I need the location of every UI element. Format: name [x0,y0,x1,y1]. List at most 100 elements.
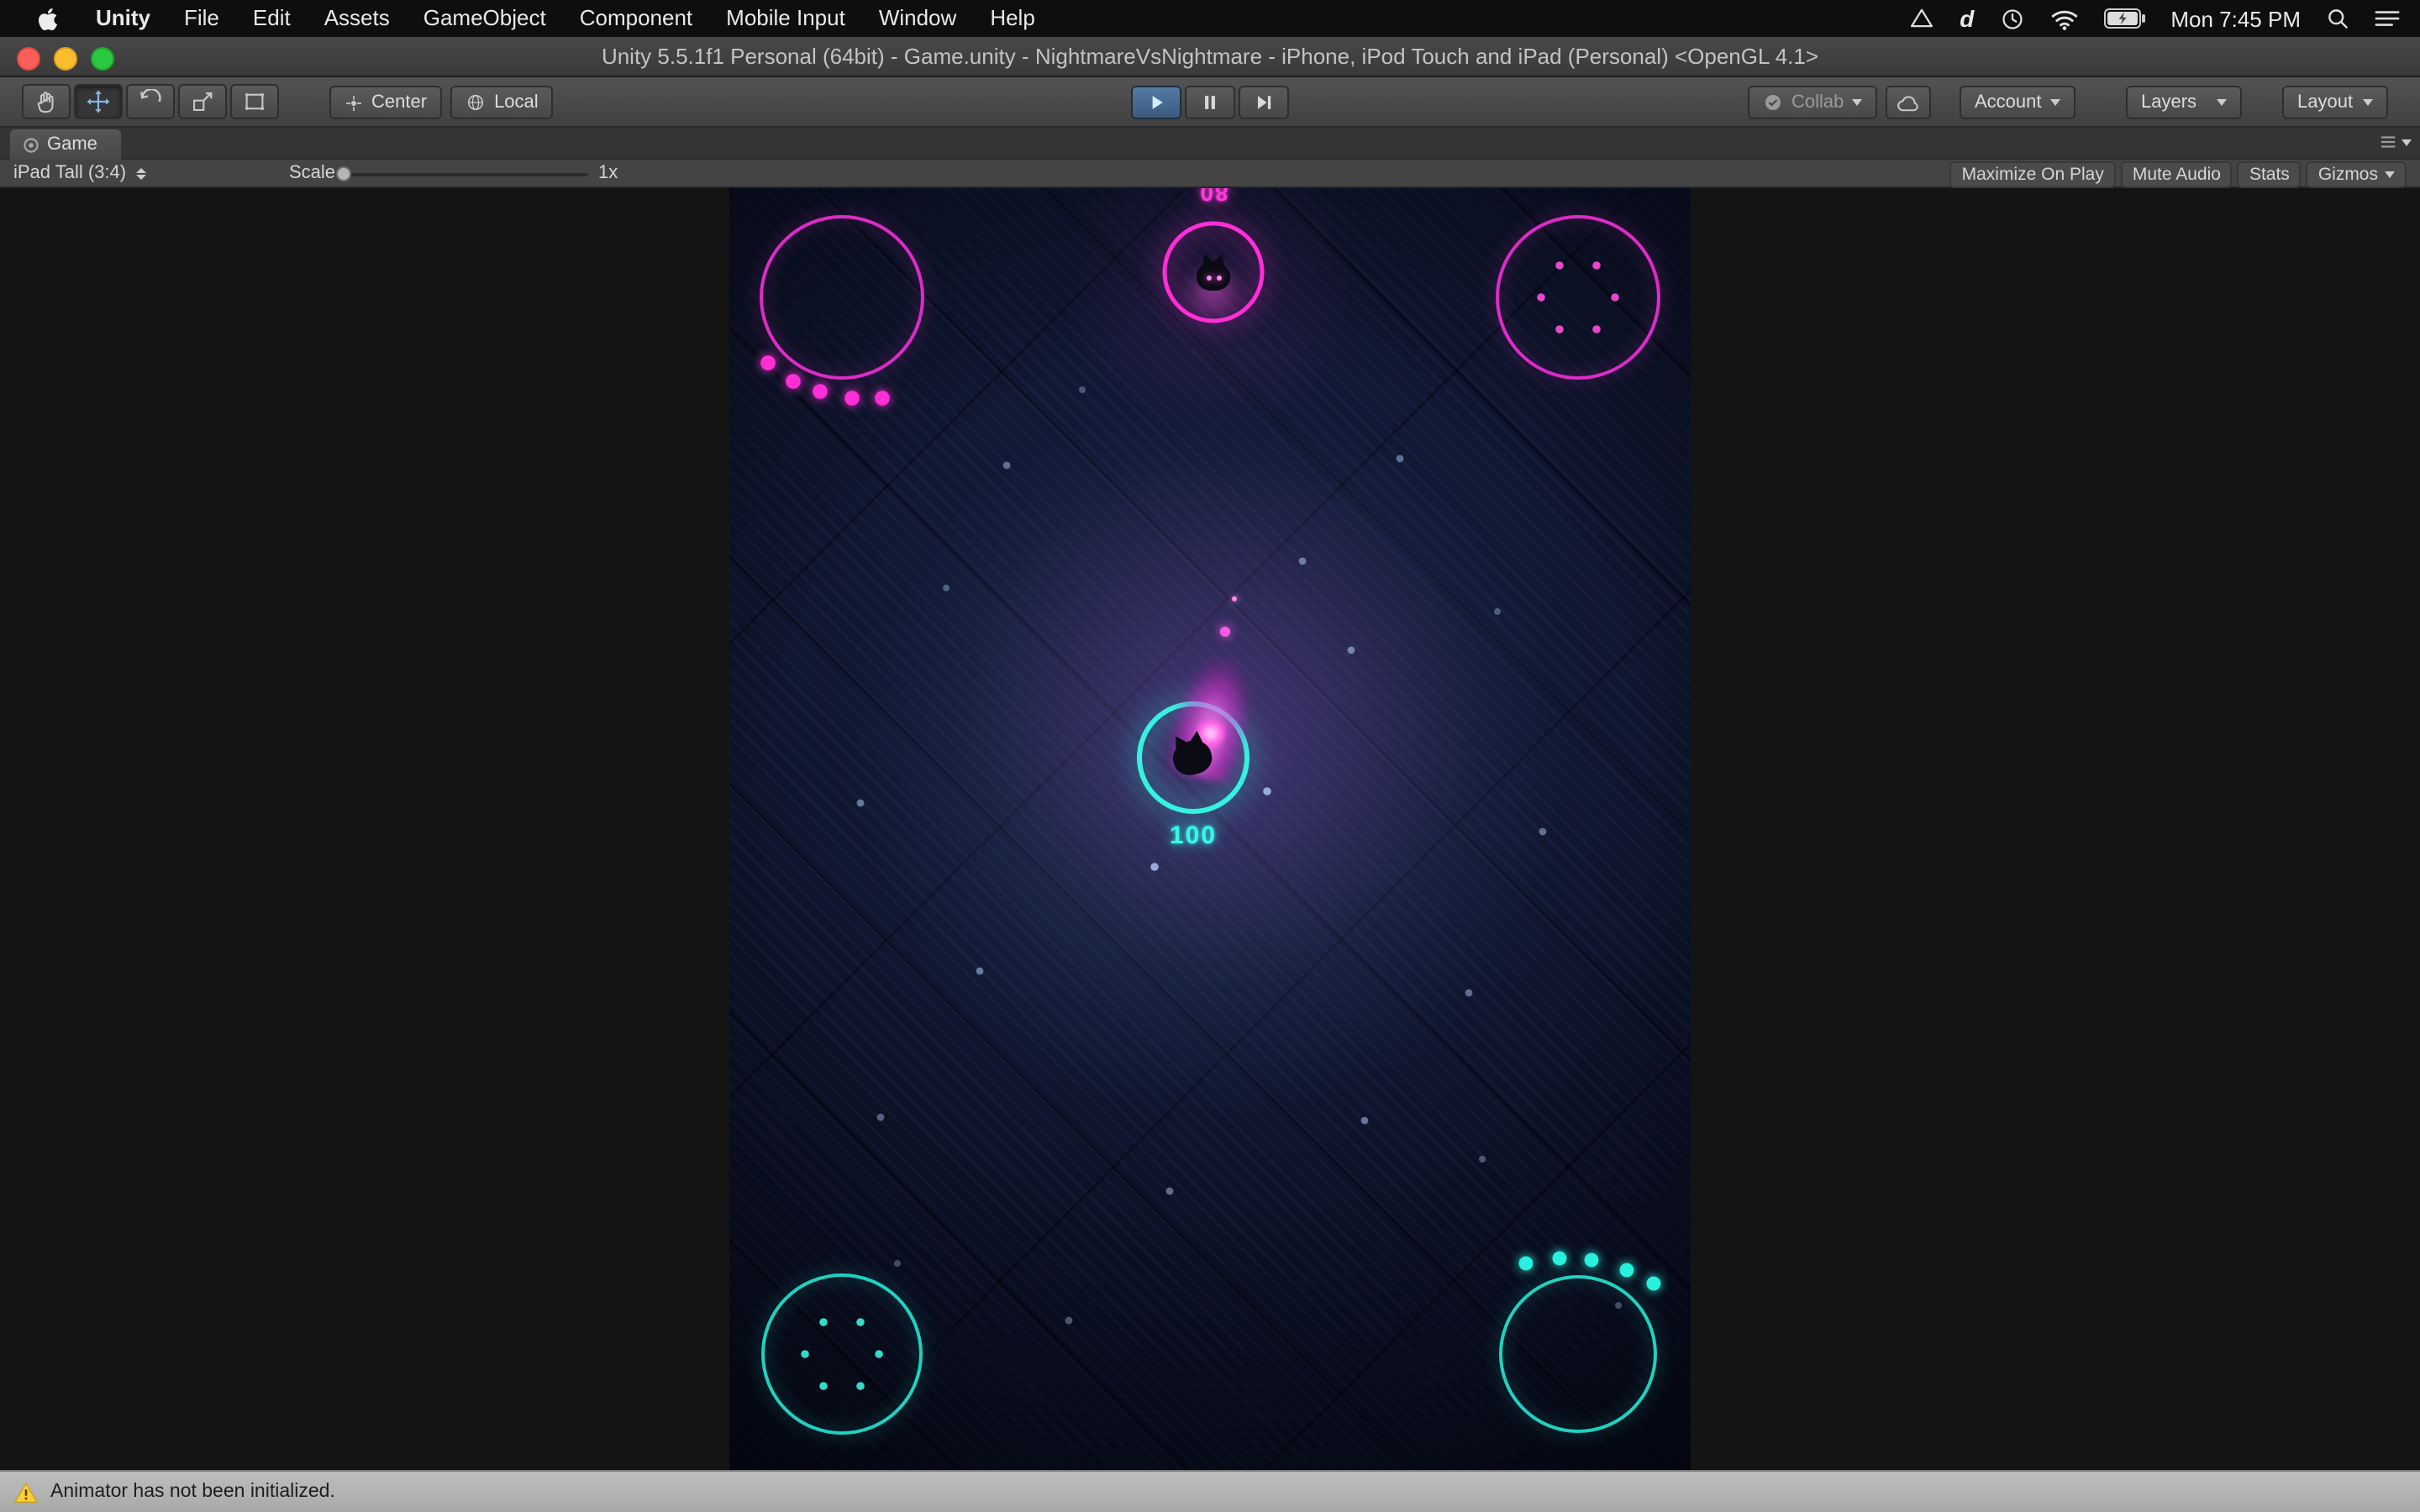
aspect-ratio-label: iPad Tall (3:4) [13,163,126,183]
play-button[interactable] [1131,86,1181,119]
flame-particle-small [1232,596,1237,601]
playmode-controls [1131,86,1289,119]
tab-game[interactable]: Game [10,129,121,160]
tab-game-label: Game [47,134,97,155]
zoom-window-button[interactable] [91,47,114,71]
menu-help[interactable]: Help [973,0,1052,37]
scale-slider-knob[interactable] [336,166,351,181]
gizmos-label: Gizmos [2318,163,2378,186]
layout-label: Layout [2297,92,2353,113]
game-view-icon [22,135,40,154]
account-caret-icon [2050,99,2060,106]
screen: Unity File Edit Assets GameObject Compon… [0,0,2420,1512]
maximize-on-play-button[interactable]: Maximize On Play [1950,161,2116,188]
cyan-ammo-dots [1519,1252,1661,1291]
spotlight-search-icon[interactable] [2326,7,2349,30]
menu-component[interactable]: Component [563,0,709,37]
enemy-health-text: 80 [1163,188,1264,207]
menu-status-icons: d Mon 7:45 PM [1909,5,2420,32]
game-view-toggles: Maximize On Play Mute Audio Stats Gizmos [1950,161,2407,188]
minimize-window-button[interactable] [54,47,77,71]
pivot-space-toggles: Center Local [329,86,554,119]
status-bar[interactable]: Animator has not been initialized. [0,1470,2420,1512]
layers-label: Layers [2141,92,2196,113]
wifi-icon[interactable] [2049,8,2078,29]
magenta-ammo-dots [760,355,890,406]
window-controls [17,47,114,71]
gizmos-caret-icon [2385,171,2395,178]
scale-slider-track[interactable] [343,173,588,176]
d-icon[interactable]: d [1960,5,1974,32]
time-machine-icon[interactable] [1999,6,2024,31]
pivot-label: Center [371,92,427,113]
joystick-bottom-left-ring[interactable] [763,1275,921,1433]
game-view-control-bar: iPad Tall (3:4) Scale 1x Maximize On Pla… [0,160,2420,188]
gizmos-dropdown[interactable]: Gizmos [2307,161,2407,188]
account-label: Account [1975,92,2042,113]
menu-edit[interactable]: Edit [236,0,308,37]
game-viewport: 80 100 [0,188,2420,1470]
cloud-services-button[interactable] [1886,86,1931,119]
joystick-top-left-ring[interactable] [761,217,923,378]
warning-icon [13,1481,39,1503]
enemy-eyes [1207,276,1212,281]
game-render-area[interactable]: 80 100 [729,188,1691,1470]
menu-mobile-input[interactable]: Mobile Input [709,0,862,37]
notification-list-icon[interactable] [2375,8,2400,29]
layers-dropdown[interactable]: Layers [2126,86,2242,119]
hand-tool-button[interactable] [22,84,71,119]
scale-label: Scale [289,160,335,186]
macos-menu-bar: Unity File Edit Assets GameObject Compon… [0,0,2420,37]
joystick-top-right-inner-dots [1537,261,1619,333]
stats-button[interactable]: Stats [2238,161,2302,188]
rotate-tool-button[interactable] [126,84,175,119]
menu-clock[interactable]: Mon 7:45 PM [2170,6,2301,31]
step-icon [1252,91,1276,114]
pivot-toggle-button[interactable]: Center [329,86,442,119]
player-health-text: 100 [1126,822,1260,850]
collab-check-icon [1763,92,1783,113]
status-message: Animator has not been initialized. [50,1482,335,1502]
step-button[interactable] [1239,86,1289,119]
aspect-dropdown-icon [136,167,146,179]
rect-tool-button[interactable] [230,84,279,119]
account-dropdown[interactable]: Account [1960,86,2075,119]
space-label: Local [494,92,539,113]
tab-options-button[interactable] [2380,133,2412,151]
layout-dropdown[interactable]: Layout [2282,86,2388,119]
collab-label: Collab [1791,92,1844,113]
window-title: Unity 5.5.1f1 Personal (64bit) - Game.un… [0,37,2420,76]
mute-audio-button[interactable]: Mute Audio [2121,161,2233,188]
menu-assets[interactable]: Assets [308,0,407,37]
aspect-ratio-dropdown[interactable]: iPad Tall (3:4) [13,160,146,186]
battery-charging-icon[interactable] [2103,8,2145,29]
collab-caret-icon [1852,99,1862,106]
joystick-bottom-right-ring[interactable] [1501,1277,1655,1431]
drive-icon[interactable] [1909,7,1934,30]
floor-nail-dots [857,386,1622,1324]
menu-unity[interactable]: Unity [79,0,167,37]
space-toggle-button[interactable]: Local [450,86,554,119]
cloud-icon [1896,92,1921,113]
center-pivot-icon [345,93,363,112]
menu-window[interactable]: Window [862,0,974,37]
scale-tool-button[interactable] [178,84,227,119]
globe-icon [466,92,486,113]
tab-menu-icon [2380,133,2398,151]
unity-toolbar: Center Local Collab [0,77,2420,128]
close-window-button[interactable] [17,47,40,71]
pause-button[interactable] [1185,86,1235,119]
tab-menu-caret-icon [2402,139,2412,145]
menu-items: Unity File Edit Assets GameObject Compon… [0,0,1052,37]
flame-particle [1220,627,1230,637]
joystick-bottom-left-inner-dots [801,1318,883,1390]
menu-file[interactable]: File [167,0,236,37]
move-tool-button[interactable] [74,84,123,119]
game-view-tab-bar: Game [0,128,2420,160]
apple-menu-icon[interactable] [17,6,79,31]
scale-value: 1x [598,160,618,186]
menu-gameobject[interactable]: GameObject [407,0,563,37]
window-title-bar[interactable]: Unity 5.5.1f1 Personal (64bit) - Game.un… [0,37,2420,77]
joystick-top-right-ring[interactable] [1497,217,1659,378]
collab-button[interactable]: Collab [1748,86,1877,119]
